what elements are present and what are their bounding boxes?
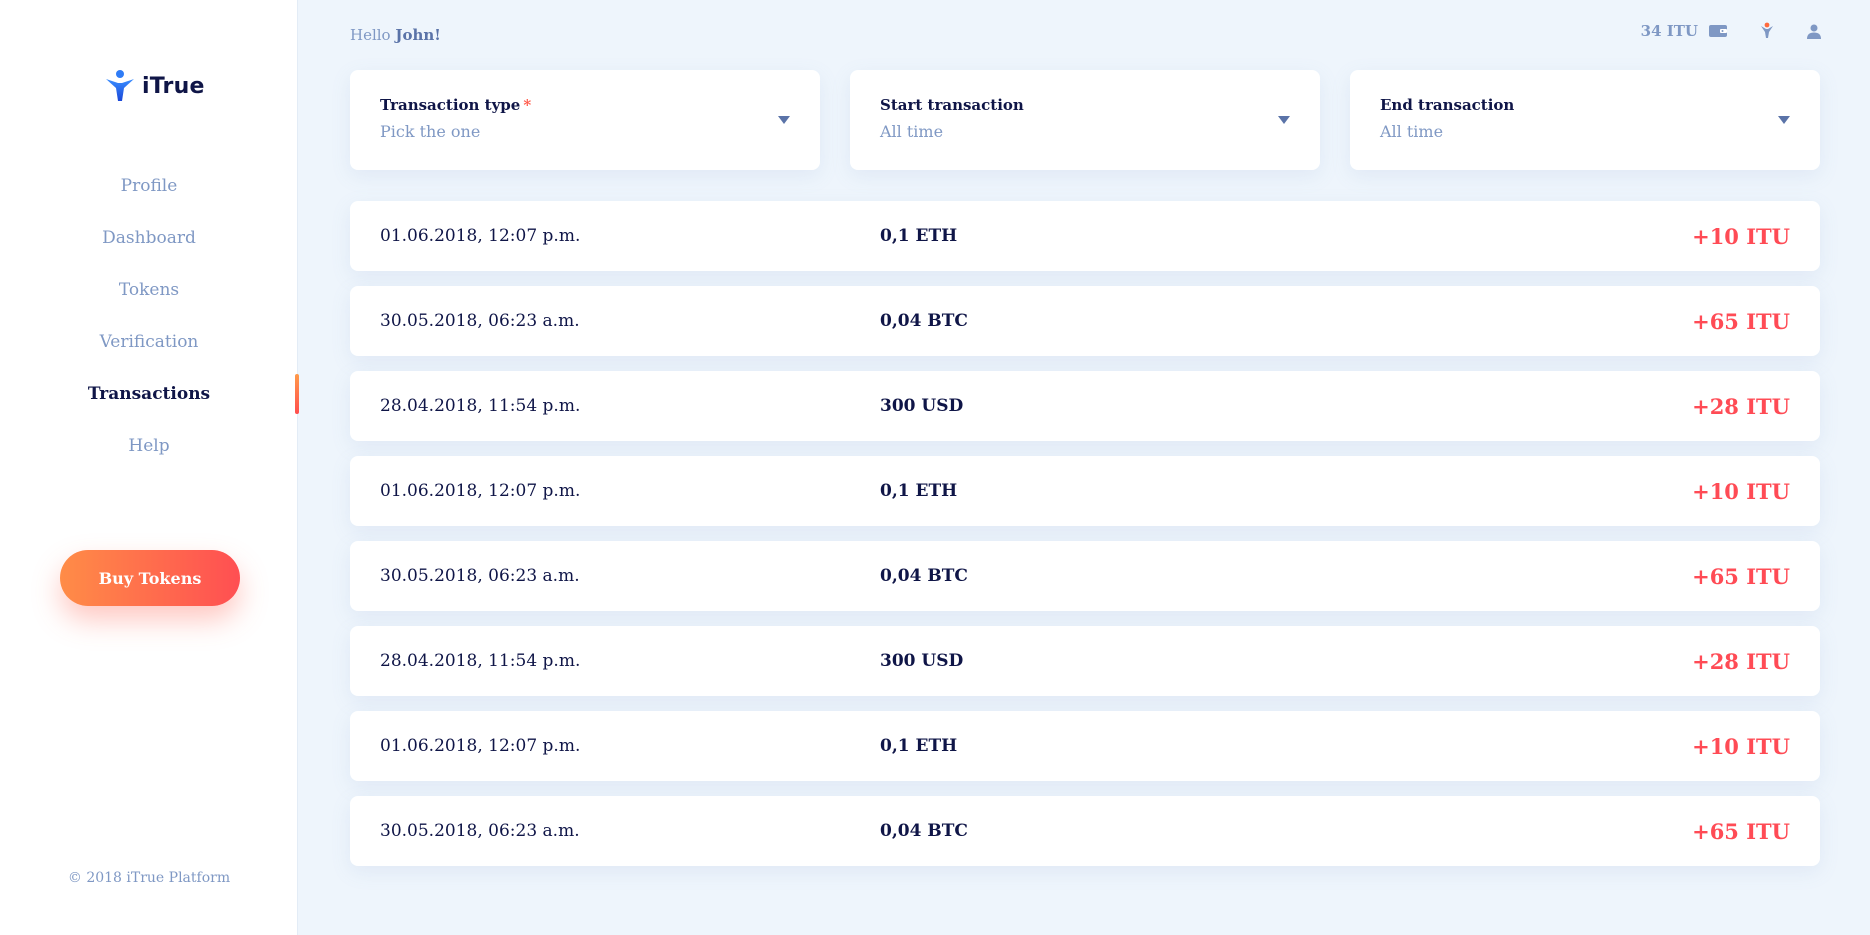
buy-tokens-button[interactable]: Buy Tokens (60, 550, 240, 606)
transaction-tokens: +28 ITU (1692, 393, 1790, 419)
filter-label: Transaction type * (380, 96, 790, 114)
transaction-tokens: +65 ITU (1692, 563, 1790, 589)
transaction-amount: 0,1 ETH (880, 226, 958, 246)
start-transaction-select[interactable]: Start transaction All time (850, 70, 1320, 170)
chevron-down-icon (1278, 116, 1290, 124)
filter-label: End transaction (1380, 96, 1515, 114)
notifications-icon[interactable] (1758, 22, 1776, 40)
filter-value: Pick the one (380, 122, 481, 141)
sidebar-item-profile[interactable]: Profile (0, 160, 298, 212)
transaction-row[interactable]: 01.06.2018, 12:07 p.m. 0,1 ETH +10 ITU (350, 711, 1820, 781)
sidebar-item-label: Verification (99, 332, 199, 352)
transaction-amount: 0,04 BTC (880, 821, 968, 841)
transaction-date: 30.05.2018, 06:23 a.m. (380, 311, 580, 331)
greeting-prefix: Hello (350, 26, 391, 44)
transaction-amount: 0,1 ETH (880, 736, 958, 756)
filter-label-text: Transaction type (380, 96, 521, 114)
transaction-date: 01.06.2018, 12:07 p.m. (380, 736, 581, 756)
transaction-date: 30.05.2018, 06:23 a.m. (380, 566, 580, 586)
logo-text: iTrue (142, 73, 205, 99)
greeting: Hello John! (350, 26, 441, 44)
transaction-amount: 300 USD (880, 651, 964, 671)
transaction-amount: 0,04 BTC (880, 566, 968, 586)
sidebar-item-verification[interactable]: Verification (0, 316, 298, 368)
transaction-tokens: +10 ITU (1692, 733, 1790, 759)
filter-value: All time (1380, 122, 1444, 141)
transaction-tokens: +10 ITU (1692, 478, 1790, 504)
transaction-date: 28.04.2018, 11:54 p.m. (380, 396, 581, 416)
transaction-type-select[interactable]: Transaction type * Pick the one (350, 70, 820, 170)
filter-value: All time (880, 122, 944, 141)
transaction-row[interactable]: 30.05.2018, 06:23 a.m. 0,04 BTC +65 ITU (350, 796, 1820, 866)
sidebar-item-label: Tokens (118, 280, 180, 300)
logo[interactable]: iTrue (104, 68, 205, 104)
sidebar-item-label: Transactions (87, 384, 211, 404)
sidebar-item-help[interactable]: Help (0, 420, 298, 472)
transaction-tokens: +28 ITU (1692, 648, 1790, 674)
transaction-row[interactable]: 01.06.2018, 12:07 p.m. 0,1 ETH +10 ITU (350, 201, 1820, 271)
header-actions: 34 ITU (1641, 22, 1822, 40)
sidebar-item-label: Dashboard (102, 228, 196, 248)
filter-label: Start transaction (880, 96, 1024, 114)
filters: Transaction type * Pick the one Start tra… (350, 70, 1820, 170)
sidebar-item-label: Help (128, 436, 170, 456)
transaction-date: 28.04.2018, 11:54 p.m. (380, 651, 581, 671)
itrue-logo-icon (106, 70, 134, 101)
end-transaction-select[interactable]: End transaction All time (1350, 70, 1820, 170)
copyright: © 2018 iTrue Platform (67, 870, 231, 886)
transaction-amount: 0,1 ETH (880, 481, 958, 501)
transaction-amount: 0,04 BTC (880, 311, 968, 331)
transactions-list: 01.06.2018, 12:07 p.m. 0,1 ETH +10 ITU 3… (350, 201, 1820, 881)
user-name: John! (395, 26, 441, 44)
required-marker: * (523, 96, 532, 114)
transaction-date: 01.06.2018, 12:07 p.m. (380, 226, 581, 246)
transaction-row[interactable]: 01.06.2018, 12:07 p.m. 0,1 ETH +10 ITU (350, 456, 1820, 526)
user-icon[interactable] (1806, 23, 1822, 39)
transaction-row[interactable]: 28.04.2018, 11:54 p.m. 300 USD +28 ITU (350, 626, 1820, 696)
transaction-date: 30.05.2018, 06:23 a.m. (380, 821, 580, 841)
sidebar-item-label: Profile (120, 176, 178, 196)
transaction-row[interactable]: 30.05.2018, 06:23 a.m. 0,04 BTC +65 ITU (350, 286, 1820, 356)
balance[interactable]: 34 ITU (1641, 22, 1728, 40)
transaction-tokens: +65 ITU (1692, 308, 1790, 334)
chevron-down-icon (1778, 116, 1790, 124)
balance-amount: 34 ITU (1640, 22, 1698, 40)
wallet-icon (1708, 23, 1728, 39)
sidebar-item-dashboard[interactable]: Dashboard (0, 212, 298, 264)
sidebar-item-tokens[interactable]: Tokens (0, 264, 298, 316)
sidebar-nav: Profile Dashboard Tokens Verification Tr… (0, 160, 299, 472)
chevron-down-icon (778, 116, 790, 124)
transaction-tokens: +65 ITU (1692, 818, 1790, 844)
transaction-date: 01.06.2018, 12:07 p.m. (380, 481, 581, 501)
transaction-amount: 300 USD (880, 396, 964, 416)
transaction-row[interactable]: 30.05.2018, 06:23 a.m. 0,04 BTC +65 ITU (350, 541, 1820, 611)
sidebar: iTrue Profile Dashboard Tokens Verificat… (0, 0, 299, 935)
sidebar-item-transactions[interactable]: Transactions (0, 368, 299, 420)
transaction-row[interactable]: 28.04.2018, 11:54 p.m. 300 USD +28 ITU (350, 371, 1820, 441)
transaction-tokens: +10 ITU (1692, 223, 1790, 249)
